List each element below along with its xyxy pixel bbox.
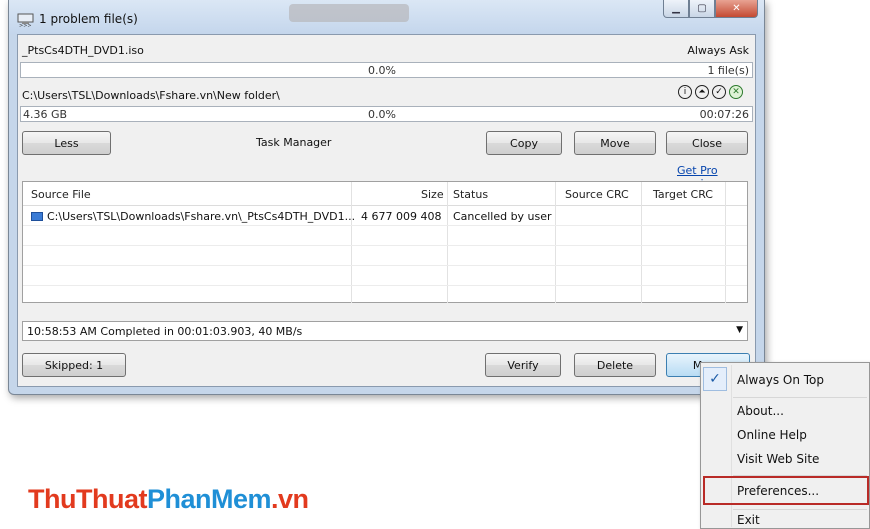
cell-source-file: C:\Users\TSL\Downloads\Fshare.vn\_PtsCs4…	[47, 210, 356, 223]
file-progress-bar: 0.0% 1 file(s)	[20, 62, 753, 78]
table-row[interactable]: C:\Users\TSL\Downloads\Fshare.vn\_PtsCs4…	[23, 207, 747, 226]
total-progress-text: 0.0%	[368, 108, 396, 121]
menu-item-visit-web-site[interactable]: Visit Web Site	[737, 452, 819, 466]
dropdown-arrow-icon[interactable]: ▼	[736, 325, 743, 335]
menu-item-about[interactable]: About...	[737, 404, 784, 418]
cell-status: Cancelled by user	[453, 210, 552, 223]
screen: >>> 1 problem file(s) ▁ ▢ ✕ _PtsCs4DTH_D…	[0, 0, 870, 529]
copy-button[interactable]: Copy	[486, 131, 562, 155]
delete-button[interactable]: Delete	[574, 353, 656, 377]
minimize-button[interactable]: ▁	[663, 0, 689, 18]
file-table: Source File Size Status Source CRC Targe…	[22, 181, 748, 303]
check-icon[interactable]: ✓	[712, 85, 726, 99]
title-bar[interactable]: >>> 1 problem file(s) ▁ ▢ ✕	[9, 0, 764, 34]
file-icon	[31, 212, 43, 221]
cell-size: 4 677 009 408	[361, 210, 442, 223]
info-icon[interactable]: i	[678, 85, 692, 99]
menu-item-preferences[interactable]: Preferences...	[737, 484, 819, 498]
col-size[interactable]: Size	[421, 188, 444, 201]
window-controls: ▁ ▢ ✕	[663, 0, 758, 18]
menu-item-always-on-top[interactable]: Always On Top	[737, 373, 824, 387]
table-row	[23, 287, 747, 306]
close-window-button[interactable]: ✕	[715, 0, 758, 18]
logo-part-1: ThuThuat	[28, 484, 147, 514]
eject-icon[interactable]: ⏶	[695, 85, 709, 99]
menu-separator	[733, 397, 867, 398]
table-row	[23, 227, 747, 246]
file-count: 1 file(s)	[707, 64, 749, 77]
move-button[interactable]: Move	[574, 131, 656, 155]
logo-part-2: PhanMem	[146, 484, 272, 514]
less-button[interactable]: Less	[22, 131, 111, 155]
col-status[interactable]: Status	[453, 188, 488, 201]
menu-item-exit[interactable]: Exit	[737, 513, 760, 527]
table-row	[23, 267, 747, 286]
table-row	[23, 247, 747, 266]
svg-text:>>>: >>>	[19, 23, 32, 27]
skipped-button[interactable]: Skipped: 1	[22, 353, 126, 377]
menu-separator	[733, 509, 867, 510]
col-source-file[interactable]: Source File	[31, 188, 91, 201]
menu-item-online-help[interactable]: Online Help	[737, 428, 807, 442]
time-remaining: 00:07:26	[699, 108, 749, 121]
window-client: _PtsCs4DTH_DVD1.iso Always Ask 0.0% 1 fi…	[17, 34, 756, 387]
total-progress-bar: 4.36 GB 0.0% 00:07:26	[20, 106, 753, 122]
checkmark-icon: ✓	[703, 367, 727, 391]
window-title: 1 problem file(s)	[39, 12, 138, 26]
copy-window: >>> 1 problem file(s) ▁ ▢ ✕ _PtsCs4DTH_D…	[8, 0, 765, 395]
total-size: 4.36 GB	[23, 108, 68, 121]
filename-label: _PtsCs4DTH_DVD1.iso	[22, 44, 144, 57]
copy-app-icon: >>>	[17, 13, 34, 27]
context-menu: ✓ Always On Top About... Online Help Vis…	[700, 362, 870, 529]
cancel-icon[interactable]: ✕	[729, 85, 743, 99]
verify-button[interactable]: Verify	[485, 353, 561, 377]
destination-path: C:\Users\TSL\Downloads\Fshare.vn\New fol…	[22, 89, 280, 102]
status-dropdown[interactable]: 10:58:53 AM Completed in 00:01:03.903, 4…	[22, 321, 748, 341]
blurred-region	[289, 4, 409, 22]
action-icons: i ⏶ ✓ ✕	[678, 85, 743, 99]
task-manager-label[interactable]: Task Manager	[256, 136, 331, 149]
col-source-crc[interactable]: Source CRC	[565, 188, 629, 201]
table-header: Source File Size Status Source CRC Targe…	[23, 182, 747, 206]
file-progress-text: 0.0%	[368, 64, 396, 77]
logo-part-3: .vn	[271, 484, 309, 514]
maximize-button[interactable]: ▢	[689, 0, 715, 18]
watermark-logo: ThuThuatPhanMem.vn	[28, 484, 309, 515]
overwrite-mode[interactable]: Always Ask	[687, 44, 749, 57]
status-text: 10:58:53 AM Completed in 00:01:03.903, 4…	[27, 325, 303, 338]
close-button[interactable]: Close	[666, 131, 748, 155]
col-target-crc[interactable]: Target CRC	[653, 188, 713, 201]
